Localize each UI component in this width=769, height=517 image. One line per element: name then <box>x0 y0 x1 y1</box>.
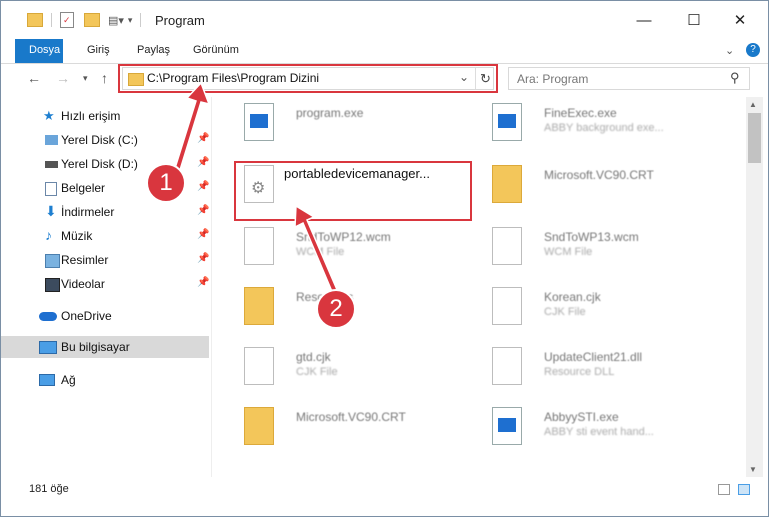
status-bar: 181 öğe <box>1 478 768 502</box>
arrow-2 <box>294 204 342 302</box>
large-icons-view-icon[interactable] <box>738 484 750 495</box>
scroll-up-icon[interactable]: ▲ <box>749 100 757 109</box>
scroll-down-icon[interactable]: ▼ <box>749 465 757 474</box>
annotation-arrows <box>170 81 342 302</box>
details-view-icon[interactable] <box>718 484 730 495</box>
callout-1: 1 <box>146 163 186 203</box>
callout-2: 2 <box>316 289 356 329</box>
item-count: 181 öğe <box>29 483 69 495</box>
scrollbar-thumb[interactable] <box>748 113 761 163</box>
explorer-window: ✓ ▤▾ ▾ Program — ☐ ✕ Dosya Giriş Paylaş … <box>0 0 769 517</box>
vertical-scrollbar[interactable]: ▲ ▼ <box>746 97 763 477</box>
